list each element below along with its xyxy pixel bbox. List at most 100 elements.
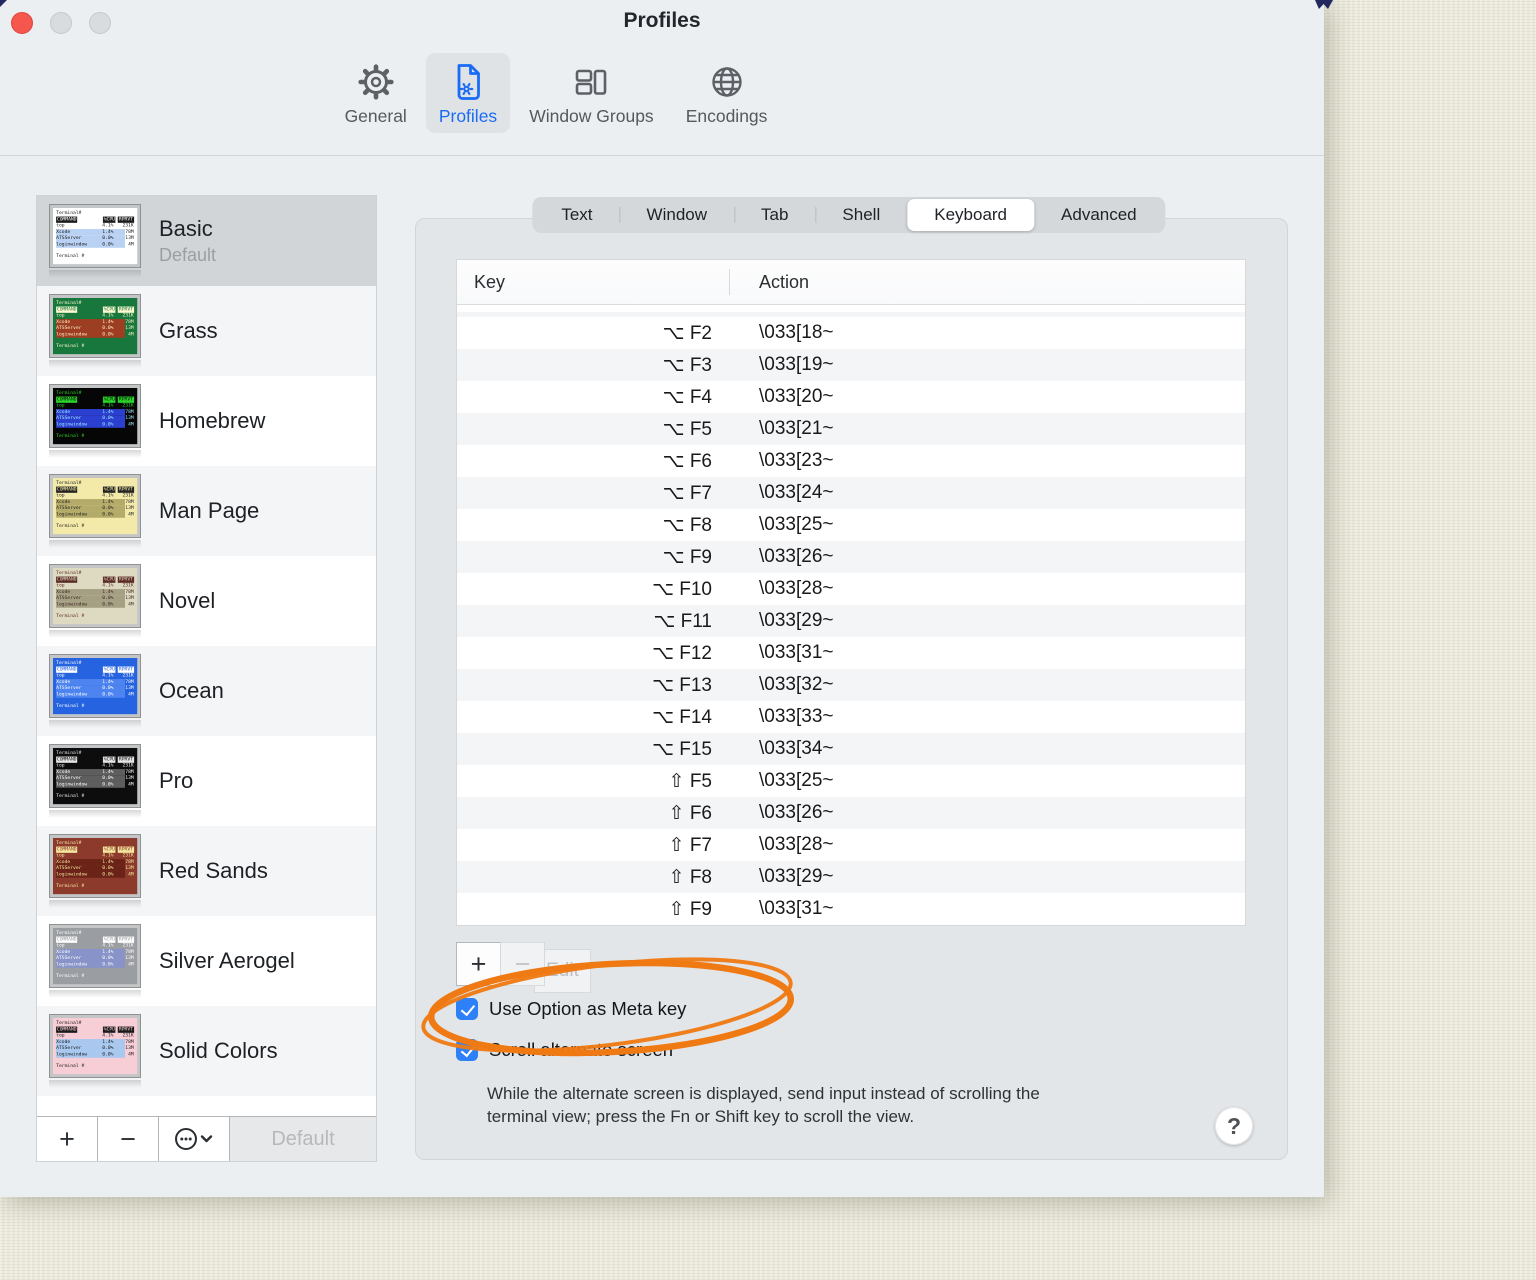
profile-row-man-page[interactable]: Terminal# COMMAND %CPU RPRVT top 4.1% 231K Xcod… <box>37 466 376 556</box>
action-cell: \033[26~ <box>759 802 834 823</box>
table-row[interactable]: ⌥ F8 \033[25~ <box>457 509 1245 541</box>
more-options-button[interactable] <box>159 1117 230 1161</box>
key-cell: ⌥ F5 <box>662 418 712 440</box>
profile-thumbnail: Terminal# COMMAND %CPU RPRVT top 4.1% 231K Xcod… <box>49 384 141 458</box>
tab-bar: Text Window Tab Shell Keyboard Advanced <box>532 197 1166 233</box>
column-separator <box>729 269 730 295</box>
titlebar[interactable]: Profiles <box>0 0 1324 52</box>
add-profile-button[interactable]: + <box>37 1117 98 1161</box>
checkbox[interactable] <box>456 1039 478 1061</box>
table-row[interactable]: ⌥ F3 \033[19~ <box>457 349 1245 381</box>
key-bindings-table: Key Action ⌥ F2 \033[18~ ⌥ F3 \033[19~ ⌥ F4 \… <box>456 259 1246 926</box>
table-row[interactable]: ⌥ F6 \033[23~ <box>457 445 1245 477</box>
table-header[interactable]: Key Action <box>457 260 1245 305</box>
checkbox-row-use-option-as-meta-key[interactable]: Use Option as Meta key <box>456 995 686 1023</box>
profile-row-solid-colors[interactable]: Terminal# COMMAND %CPU RPRVT top 4.1% 231K Xcod… <box>37 1006 376 1096</box>
table-row[interactable]: ⌥ F12 \033[31~ <box>457 637 1245 669</box>
table-row[interactable]: ⌥ F4 \033[20~ <box>457 381 1245 413</box>
action-cell: \033[28~ <box>759 834 834 855</box>
globe-icon <box>711 67 742 97</box>
profile-row-silver-aerogel[interactable]: Terminal# COMMAND %CPU RPRVT top 4.1% 231K Xcod… <box>37 916 376 1006</box>
table-row[interactable]: ⇧ F9 \033[31~ <box>457 893 1245 925</box>
key-cell: ⌥ F12 <box>652 642 712 664</box>
action-cell: \033[25~ <box>759 770 834 791</box>
profile-row-pro[interactable]: Terminal# COMMAND %CPU RPRVT top 4.1% 231K Xcod… <box>37 736 376 826</box>
key-cell: ⌥ F11 <box>653 610 712 632</box>
scroll-help-text: While the alternate screen is displayed,… <box>487 1084 1040 1126</box>
action-cell: \033[31~ <box>759 898 834 919</box>
toolbar-item-profiles[interactable]: Profiles <box>425 53 511 133</box>
profile-row-basic[interactable]: Terminal# COMMAND %CPU RPRVT top 4.1% 231K Xcod… <box>37 196 376 286</box>
table-row[interactable]: ⇧ F6 \033[26~ <box>457 797 1245 829</box>
action-cell: \033[32~ <box>759 674 834 695</box>
tab-text[interactable]: Text <box>534 199 619 231</box>
profile-thumbnail: Terminal# COMMAND %CPU RPRVT top 4.1% 231K Xcod… <box>49 564 141 638</box>
action-cell: \033[24~ <box>759 482 834 503</box>
profiles-sidebar: Terminal# COMMAND %CPU RPRVT top 4.1% 231K Xcod… <box>36 195 377 1162</box>
profile-row-novel[interactable]: Terminal# COMMAND %CPU RPRVT top 4.1% 231K Xcod… <box>37 556 376 646</box>
add-key-button[interactable]: + <box>456 942 501 986</box>
profile-thumbnail: Terminal# COMMAND %CPU RPRVT top 4.1% 231K Xcod… <box>49 744 141 818</box>
checkbox-label: Use Option as Meta key <box>489 998 687 1019</box>
checkbox-stack: Use Option as Meta key Scroll alternate s… <box>456 995 686 1064</box>
profile-row-homebrew[interactable]: Terminal# COMMAND %CPU RPRVT top 4.1% 231K Xcod… <box>37 376 376 466</box>
table-row[interactable]: ⌥ F5 \033[21~ <box>457 413 1245 445</box>
key-cell: ⌥ F10 <box>652 578 712 600</box>
profile-name: Man Page <box>159 498 260 523</box>
preferences-window: Profiles General Profiles Window Groups … <box>0 0 1324 1197</box>
tab-tab[interactable]: Tab <box>734 199 815 231</box>
table-row[interactable]: ⇧ F8 \033[29~ <box>457 861 1245 893</box>
profile-name: Red Sands <box>159 858 268 883</box>
key-cell: ⇧ F9 <box>668 898 712 920</box>
checkbox[interactable] <box>456 998 478 1020</box>
action-cell: \033[23~ <box>759 450 834 471</box>
table-row[interactable]: ⌥ F2 \033[18~ <box>457 317 1245 349</box>
help-button[interactable]: ? <box>1215 1107 1253 1145</box>
table-row[interactable]: ⌥ F7 \033[24~ <box>457 477 1245 509</box>
gear-icon <box>358 64 394 100</box>
key-cell: ⇧ F8 <box>668 866 712 888</box>
profile-thumbnail: Terminal# COMMAND %CPU RPRVT top 4.1% 231K Xcod… <box>49 654 141 728</box>
key-cell: ⌥ F4 <box>662 386 712 408</box>
checkbox-label: Scroll alternate screen <box>489 1039 674 1060</box>
profile-row-grass[interactable]: Terminal# COMMAND %CPU RPRVT top 4.1% 231K Xcod… <box>37 286 376 376</box>
window-title: Profiles <box>623 9 701 32</box>
table-row[interactable]: ⇧ F7 \033[28~ <box>457 829 1245 861</box>
key-cell: ⌥ F9 <box>662 546 712 568</box>
profile-row-ocean[interactable]: Terminal# COMMAND %CPU RPRVT top 4.1% 231K Xcod… <box>37 646 376 736</box>
table-row[interactable]: ⌥ F13 \033[32~ <box>457 669 1245 701</box>
remove-key-button[interactable]: − <box>500 942 545 986</box>
default-button[interactable]: Default <box>230 1117 376 1161</box>
action-cell: \033[28~ <box>759 578 834 599</box>
tab-shell[interactable]: Shell <box>815 199 907 231</box>
key-cell: ⌥ F2 <box>662 322 712 344</box>
profile-thumbnail: Terminal# COMMAND %CPU RPRVT top 4.1% 231K Xcod… <box>49 1014 141 1088</box>
toolbar-item-general[interactable]: General <box>332 53 420 133</box>
table-row[interactable]: ⌥ F15 \033[34~ <box>457 733 1245 765</box>
remove-profile-button[interactable]: − <box>98 1117 159 1161</box>
tab-advanced[interactable]: Advanced <box>1034 199 1164 231</box>
action-cell: \033[21~ <box>759 418 834 439</box>
profile-thumbnail: Terminal# COMMAND %CPU RPRVT top 4.1% 231K Xcod… <box>49 924 141 998</box>
toolbar-item-encodings[interactable]: Encodings <box>673 53 781 133</box>
column-header-action[interactable]: Action <box>759 272 809 293</box>
profile-thumbnail: Terminal# COMMAND %CPU RPRVT top 4.1% 231K Xcod… <box>49 834 141 908</box>
tab-window[interactable]: Window <box>619 199 734 231</box>
key-cell: ⌥ F13 <box>652 674 712 696</box>
action-cell: \033[25~ <box>759 514 834 535</box>
table-row[interactable]: ⌥ F10 \033[28~ <box>457 573 1245 605</box>
profile-name: Silver Aerogel <box>159 948 295 973</box>
partial-row <box>457 305 1245 312</box>
checkbox-row-scroll-alternate-screen[interactable]: Scroll alternate screen <box>456 1036 686 1064</box>
table-row[interactable]: ⇧ F5 \033[25~ <box>457 765 1245 797</box>
table-row[interactable]: ⌥ F11 \033[29~ <box>457 605 1245 637</box>
action-cell: \033[26~ <box>759 546 834 567</box>
profile-row-red-sands[interactable]: Terminal# COMMAND %CPU RPRVT top 4.1% 231K Xcod… <box>37 826 376 916</box>
profile-thumbnail: Terminal# COMMAND %CPU RPRVT top 4.1% 231K Xcod… <box>49 204 141 278</box>
table-row[interactable]: ⌥ F14 \033[33~ <box>457 701 1245 733</box>
column-header-key[interactable]: Key <box>457 272 505 293</box>
key-cell: ⌥ F7 <box>662 482 712 504</box>
table-row[interactable]: ⌥ F9 \033[26~ <box>457 541 1245 573</box>
toolbar-item-window-groups[interactable]: Window Groups <box>516 53 667 133</box>
tab-keyboard[interactable]: Keyboard <box>907 199 1035 231</box>
